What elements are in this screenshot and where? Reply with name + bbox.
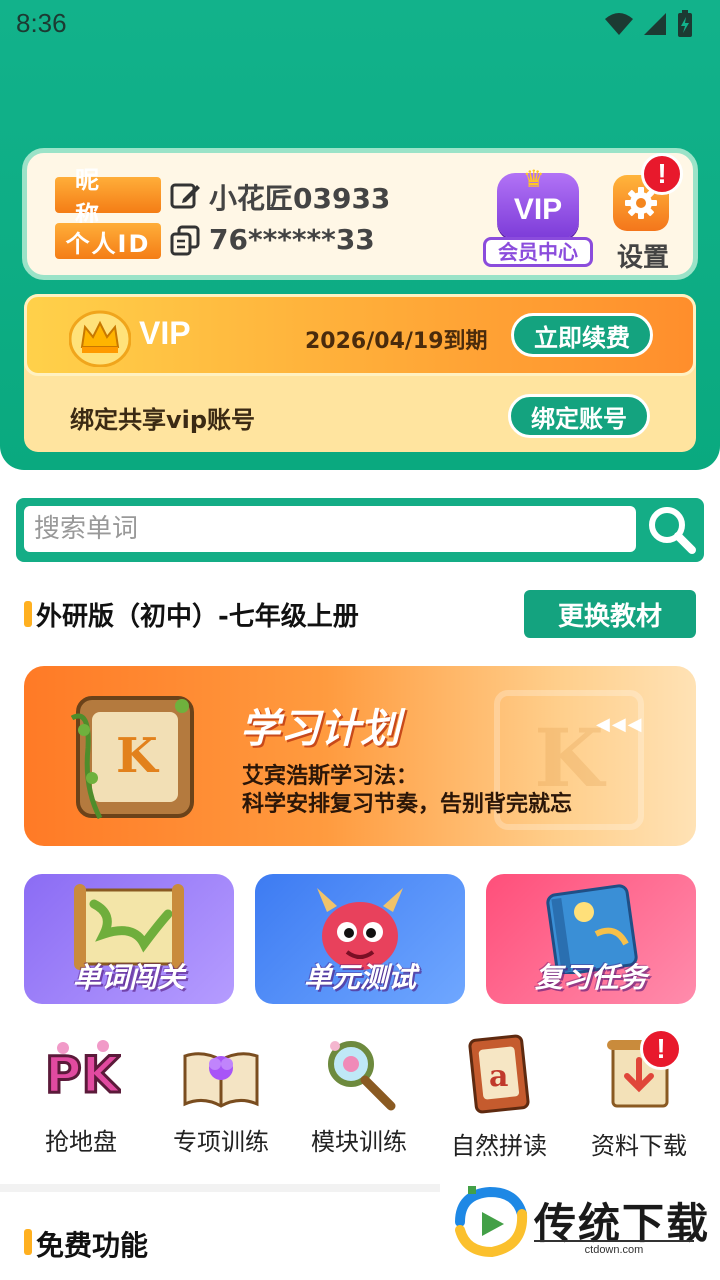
feature-label: 抢地盘 <box>45 1128 117 1156</box>
vip-expire-date: 2026/04/19到期 <box>305 329 488 354</box>
battery-icon <box>678 10 692 37</box>
textbook-title: 外研版（初中）-七年级上册 <box>36 602 359 632</box>
status-time: 8:36 <box>16 8 67 38</box>
section-divider <box>0 1184 440 1192</box>
search-input[interactable] <box>24 506 636 552</box>
status-icons <box>604 10 694 38</box>
study-plan-banner[interactable]: K K 学习计划 艾宾浩斯学习法： 科学安排复习节奏，告别背完就忘 ◀◀◀ <box>24 666 696 846</box>
alert-badge-icon: ! <box>641 153 683 195</box>
renew-button[interactable]: 立即续费 <box>511 313 653 357</box>
change-textbook-button[interactable]: 更换教材 <box>524 590 696 638</box>
svg-text:a: a <box>489 1059 508 1094</box>
k-letter: K <box>116 728 158 784</box>
settings-button[interactable]: 设置 ! <box>607 153 683 273</box>
section-marker <box>24 1229 32 1255</box>
settings-label: 设置 <box>616 243 669 273</box>
alert-badge-icon: ! <box>640 1028 682 1070</box>
vip-center-button[interactable]: ♛ VIP 会员中心 <box>483 165 593 267</box>
tile-label: 单词闯关 <box>72 961 185 994</box>
nickname-tag: 昵称 <box>55 166 161 229</box>
wifi-icon <box>605 13 633 35</box>
signal-icon <box>644 13 666 35</box>
tile-word-challenge[interactable]: 单词闯关 <box>24 874 234 1004</box>
magnifier-icon <box>328 1041 396 1111</box>
letter-card-icon: a <box>468 1034 530 1114</box>
vip-title: VIP <box>139 315 191 351</box>
copy-icon[interactable] <box>169 225 201 257</box>
tile-unit-test[interactable]: 单元测试 <box>255 874 465 1004</box>
nickname-value: 小花匠03933 <box>209 182 391 215</box>
free-features-title: 免费功能 <box>36 1229 149 1262</box>
vip-center-label: 会员中心 <box>483 237 593 267</box>
feature-grab-territory[interactable]: PK 抢地盘 <box>16 1030 146 1160</box>
watermark-url: ctdown.com <box>534 1240 694 1256</box>
bind-account-button[interactable]: 绑定账号 <box>508 394 650 438</box>
feature-module-training[interactable]: 模块训练 <box>294 1030 424 1160</box>
search-bar <box>16 498 704 562</box>
section-marker <box>24 601 32 627</box>
ctdown-logo-icon <box>455 1186 528 1258</box>
feature-label: 模块训练 <box>311 1128 407 1156</box>
crown-icon: ♛ <box>523 165 545 193</box>
feature-special-training[interactable]: 专项训练 <box>156 1030 286 1160</box>
vip-badge-text: VIP <box>513 193 563 226</box>
tile-label: 单元测试 <box>303 961 416 994</box>
status-bar: 8:36 <box>0 0 720 50</box>
profile-card: 昵称 小花匠03933 个人ID 76******33 ♛ VIP 会员中心 设… <box>22 148 698 280</box>
feature-download[interactable]: 资料下载 ! <box>574 1028 704 1160</box>
user-id-value: 76******33 <box>209 223 375 256</box>
edit-icon[interactable] <box>169 179 201 211</box>
feature-label: 自然拼读 <box>451 1132 547 1160</box>
study-plan-line2: 科学安排复习节奏，告别背完就忘 <box>242 792 573 817</box>
feature-phonics[interactable]: a 自然拼读 <box>434 1030 564 1160</box>
study-plan-title: 学习计划 <box>240 706 400 752</box>
user-id-tag: 个人ID <box>55 223 161 259</box>
search-icon[interactable] <box>644 502 700 558</box>
vip-crown-icon <box>69 310 131 367</box>
open-book-icon <box>183 1052 259 1108</box>
bind-share-vip-label: 绑定共享vip账号 <box>70 406 256 434</box>
svg-text:PK: PK <box>45 1046 121 1104</box>
tile-label: 复习任务 <box>534 961 647 994</box>
feature-label: 资料下载 <box>591 1132 687 1160</box>
feature-label: 专项训练 <box>173 1128 269 1156</box>
pk-icon: PK <box>44 1040 121 1106</box>
vip-card: VIP 2026/04/19到期 立即续费 绑定共享vip账号 绑定账号 <box>24 294 696 452</box>
tile-review-task[interactable]: 复习任务 <box>486 874 696 1004</box>
arrows-icon: ◀◀◀ <box>596 714 644 735</box>
watermark-logo: 传统下载 ctdown.com <box>446 1184 720 1280</box>
vip-status-bar: VIP 2026/04/19到期 立即续费 <box>24 294 696 376</box>
